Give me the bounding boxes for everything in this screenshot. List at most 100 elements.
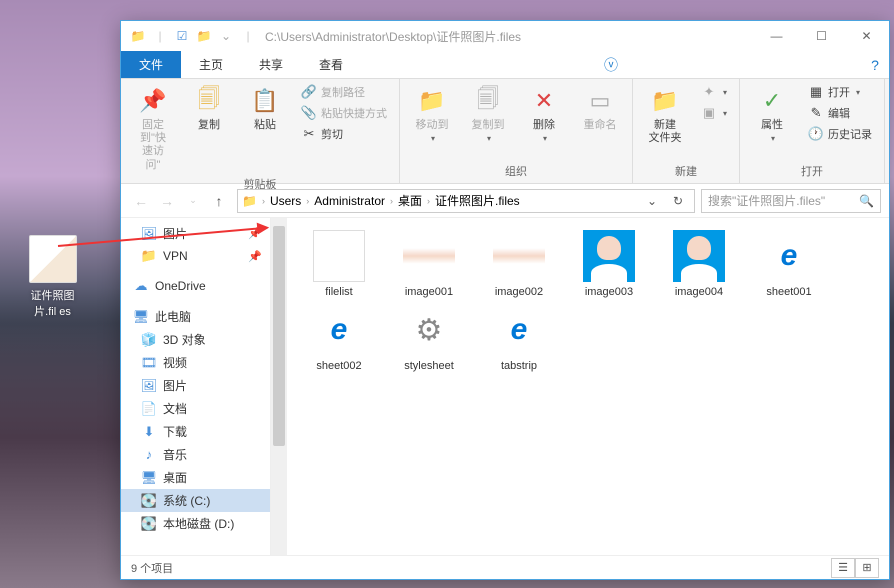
file-item-label: filelist [325, 286, 353, 298]
edit-icon: ✎ [808, 105, 824, 121]
nav-onedrive[interactable]: ☁OneDrive [121, 275, 270, 297]
rename-button[interactable]: ▭重命名 [576, 83, 624, 134]
image-thumbnail [673, 230, 725, 282]
copy-button[interactable]: 🗐 复制 [185, 83, 233, 134]
tab-file[interactable]: 文件 [121, 51, 181, 78]
maximize-button[interactable]: ☐ [799, 21, 844, 51]
address-bar[interactable]: 📁 › Users › Administrator › 桌面 › 证件照图片.file… [237, 189, 695, 213]
nav-vpn[interactable]: 📁VPN📌 [121, 245, 270, 267]
tab-home[interactable]: 主页 [181, 51, 241, 78]
nav-ddrive[interactable]: 💽本地磁盘 (D:) [121, 512, 270, 535]
drive-icon: 💽 [141, 493, 157, 509]
titlebar[interactable]: 📁 | ☑ 📁 ⌄ | C:\Users\Administrator\Deskt… [121, 21, 889, 51]
file-icon [313, 230, 365, 282]
nav-cdrive[interactable]: 💽系统 (C:) [121, 489, 270, 512]
pasteshortcut-icon: 📎 [301, 105, 317, 121]
file-item[interactable]: filelist [303, 230, 375, 298]
nav-scrollbar[interactable] [271, 218, 287, 555]
file-item[interactable]: esheet002 [303, 304, 375, 372]
breadcrumb-segment[interactable]: Users [270, 194, 301, 208]
breadcrumb-segment[interactable]: 桌面 [398, 192, 422, 209]
minimize-button[interactable]: — [754, 21, 799, 51]
file-item[interactable]: ⚙stylesheet [393, 304, 465, 372]
close-button[interactable]: ✕ [844, 21, 889, 51]
drive-icon: 💽 [141, 516, 157, 532]
desktop-shortcut[interactable]: 证件照图片.fil es [20, 235, 85, 319]
address-row: ← → ⌄ ↑ 📁 › Users › Administrator › 桌面 › 证件… [121, 184, 889, 218]
qat-folder-icon[interactable]: 📁 [129, 27, 147, 45]
copyto-button[interactable]: 🗐复制到▾ [464, 83, 512, 145]
chevron-right-icon[interactable]: › [390, 196, 393, 206]
content-pane[interactable]: filelist image001 image002 image003 image004… [287, 218, 889, 555]
addr-dropdown-icon[interactable]: ⌄ [640, 194, 664, 208]
breadcrumb-segment[interactable]: Administrator [314, 194, 385, 208]
ribbon-collapse-icon[interactable]: ⓥ [597, 51, 625, 78]
view-details-button[interactable]: ☰ [831, 558, 855, 578]
newitem-button[interactable]: ✦▾ [697, 83, 731, 101]
nav-pictures2[interactable]: 🖼图片 [121, 374, 270, 397]
moveto-button[interactable]: 📁移动到▾ [408, 83, 456, 145]
chevron-right-icon[interactable]: › [262, 196, 265, 206]
pin-quickaccess-button[interactable]: 📌 固定到"快 速访问" [129, 83, 177, 174]
ribbon-tabs: 文件 主页 共享 查看 ⓥ ? [121, 51, 889, 79]
tab-share[interactable]: 共享 [241, 51, 301, 78]
nav-back-button[interactable]: ← [129, 189, 153, 213]
cut-button[interactable]: ✂剪切 [297, 125, 391, 143]
edge-html-icon: e [313, 304, 365, 356]
nav-3dobjects[interactable]: 🧊3D 对象 [121, 328, 270, 351]
qat-properties-icon[interactable]: ☑ [173, 27, 191, 45]
navigation-pane[interactable]: 🖼图片📌 📁VPN📌 ☁OneDrive 🖥此电脑 🧊3D 对象 🎞视频 🖼图片… [121, 218, 271, 555]
chevron-right-icon[interactable]: › [427, 196, 430, 206]
newfolder-button[interactable]: 📁新建 文件夹 [641, 83, 689, 147]
nav-videos[interactable]: 🎞视频 [121, 351, 270, 374]
edit-button[interactable]: ✎编辑 [804, 104, 876, 122]
file-item-label: image004 [675, 286, 723, 298]
nav-up-button[interactable]: ↑ [207, 189, 231, 213]
file-item[interactable]: image001 [393, 230, 465, 298]
properties-button[interactable]: ✓属性▾ [748, 83, 796, 145]
status-item-count: 9 个项目 [131, 560, 173, 576]
delete-icon: ✕ [528, 85, 560, 117]
pin-icon[interactable]: 📌 [248, 250, 262, 263]
search-input[interactable]: 搜索"证件照图片.files" 🔍 [701, 189, 881, 213]
history-button[interactable]: 🕐历史记录 [804, 125, 876, 143]
delete-button[interactable]: ✕删除▾ [520, 83, 568, 145]
nav-documents[interactable]: 📄文档 [121, 397, 270, 420]
help-icon[interactable]: ? [861, 51, 889, 78]
nav-downloads[interactable]: ⬇下载 [121, 420, 270, 443]
breadcrumb-segment[interactable]: 证件照图片.files [435, 192, 520, 209]
file-item[interactable]: image004 [663, 230, 735, 298]
qat-folder2-icon[interactable]: 📁 [195, 27, 213, 45]
tab-view[interactable]: 查看 [301, 51, 361, 78]
chevron-right-icon[interactable]: › [306, 196, 309, 206]
newfolder-icon: 📁 [649, 85, 681, 117]
onedrive-icon: ☁ [133, 278, 149, 294]
nav-recent-dropdown[interactable]: ⌄ [181, 189, 205, 213]
view-largeicons-button[interactable]: ⊞ [855, 558, 879, 578]
refresh-icon[interactable]: ↻ [666, 194, 690, 208]
file-item[interactable]: etabstrip [483, 304, 555, 372]
easyaccess-icon: ▣ [701, 105, 717, 121]
nav-music[interactable]: ♪音乐 [121, 443, 270, 466]
search-icon[interactable]: 🔍 [859, 194, 874, 208]
paste-button[interactable]: 📋 粘贴 [241, 83, 289, 134]
cut-icon: ✂ [301, 126, 317, 142]
pin-icon: 📌 [137, 85, 169, 117]
addr-folder-icon: 📁 [242, 194, 257, 208]
copyto-icon: 🗐 [472, 85, 504, 117]
open-button[interactable]: ▦打开▾ [804, 83, 876, 101]
nav-thispc[interactable]: 🖥此电脑 [121, 305, 270, 328]
desktop-icon: 🖥 [141, 470, 157, 486]
file-item[interactable]: image003 [573, 230, 645, 298]
file-item[interactable]: image002 [483, 230, 555, 298]
file-item[interactable]: esheet001 [753, 230, 825, 298]
nav-desktop[interactable]: 🖥桌面 [121, 466, 270, 489]
copy-path-button[interactable]: 🔗复制路径 [297, 83, 391, 101]
ribbon-group-organize: 组织 [408, 161, 624, 179]
easyaccess-button[interactable]: ▣▾ [697, 104, 731, 122]
qat-dropdown-icon[interactable]: ⌄ [217, 27, 235, 45]
ribbon: 📌 固定到"快 速访问" 🗐 复制 📋 粘贴 🔗复制路径 📎粘贴快捷方式 ✂剪切 [121, 79, 889, 184]
nav-forward-button[interactable]: → [155, 189, 179, 213]
scrollbar-thumb[interactable] [273, 226, 285, 446]
paste-shortcut-button[interactable]: 📎粘贴快捷方式 [297, 104, 391, 122]
